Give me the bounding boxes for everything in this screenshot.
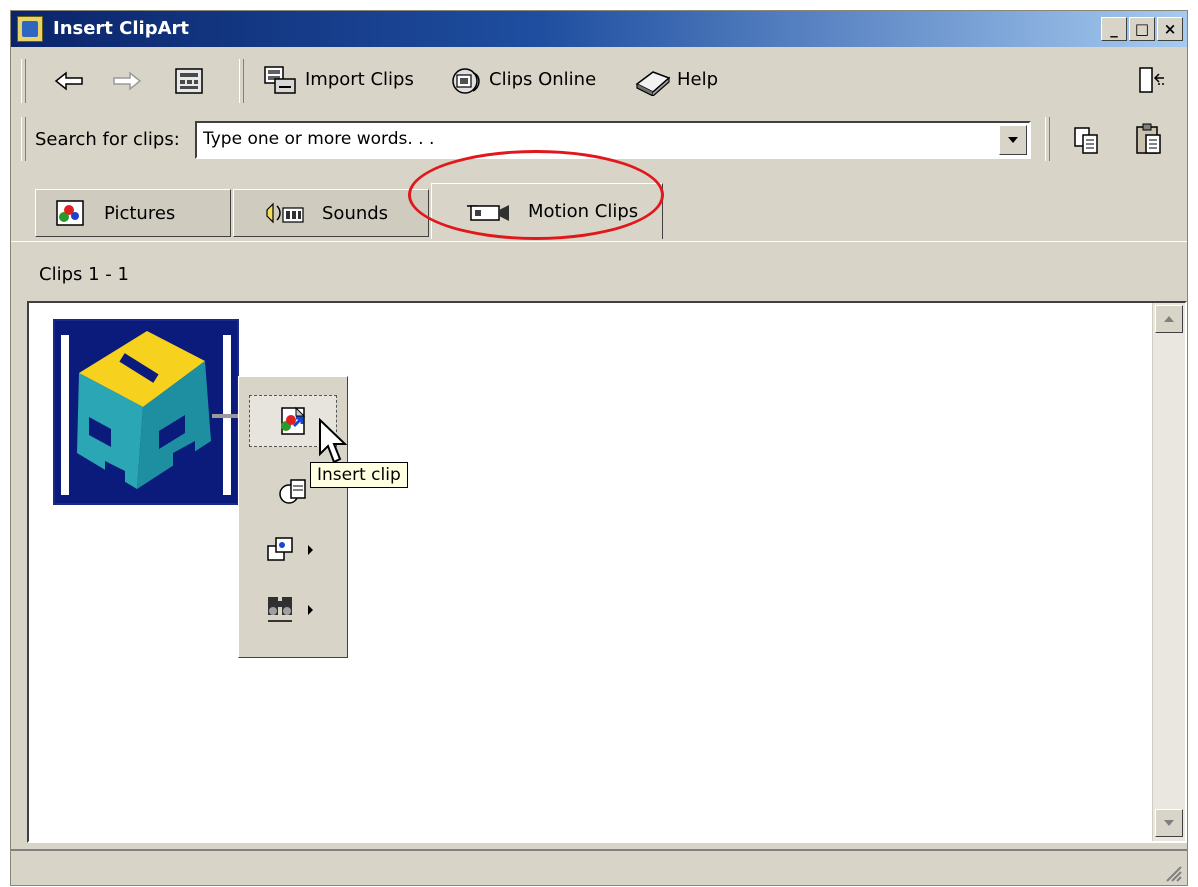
resize-grip-icon[interactable] (1161, 861, 1183, 883)
search-toolbar-separator (1045, 117, 1050, 161)
help-button[interactable]: Help (677, 69, 718, 90)
close-button[interactable]: × (1157, 17, 1183, 41)
clips-online-button[interactable]: Clips Online (489, 69, 596, 90)
mouse-cursor-icon (319, 418, 348, 464)
paste-icon[interactable] (1131, 121, 1167, 159)
toolbar-separator (239, 59, 244, 103)
scroll-down-button[interactable] (1155, 809, 1183, 837)
pictures-icon (54, 198, 86, 228)
main-toolbar: Import Clips Clips Online Help (11, 53, 1187, 109)
maximize-button[interactable]: □ (1129, 17, 1155, 41)
tab-motion-clips[interactable]: Motion Clips (431, 183, 663, 239)
tab-pictures-label: Pictures (104, 202, 176, 224)
status-bar (11, 849, 1187, 887)
all-categories-icon[interactable] (171, 63, 207, 99)
preview-clip-icon (279, 479, 306, 504)
window-title: Insert ClipArt (53, 18, 190, 39)
find-similar-button[interactable] (249, 585, 335, 635)
clips-online-icon (447, 63, 487, 99)
add-to-favorites-icon (267, 537, 313, 561)
tab-motion-clips-label: Motion Clips (528, 201, 639, 222)
clip-results-pane[interactable] (27, 301, 1187, 843)
results-header: Clips 1 - 1 (11, 241, 1187, 302)
tab-sounds[interactable]: Sounds (233, 189, 429, 237)
search-input[interactable] (199, 125, 1007, 153)
toolbar-grip (21, 59, 26, 103)
clipart-app-icon (17, 16, 43, 42)
search-toolbar-grip (21, 117, 26, 161)
vertical-scrollbar[interactable] (1152, 303, 1185, 841)
find-similar-icon (268, 597, 313, 622)
back-arrow-icon[interactable] (51, 65, 87, 97)
motion-clips-icon (462, 197, 516, 227)
insert-clipart-window: Insert ClipArt _ □ × Import Clips Clips … (10, 10, 1188, 886)
add-to-category-button[interactable] (249, 525, 335, 575)
scroll-up-button[interactable] (1155, 305, 1183, 333)
clip-count: Clips 1 - 1 (39, 264, 129, 285)
sounds-icon (262, 198, 308, 228)
search-dropdown-button[interactable] (999, 125, 1027, 155)
title-bar: Insert ClipArt _ □ × (11, 11, 1187, 47)
change-view-icon[interactable] (1133, 63, 1169, 99)
minimize-button[interactable]: _ (1101, 17, 1127, 41)
tab-sounds-label: Sounds (322, 202, 389, 224)
import-clips-icon (261, 63, 301, 99)
forward-arrow-icon[interactable] (109, 65, 145, 97)
search-combobox[interactable] (195, 121, 1031, 159)
search-toolbar: Search for clips: (11, 111, 1187, 171)
tab-pictures[interactable]: Pictures (35, 189, 231, 237)
import-clips-button[interactable]: Import Clips (305, 69, 414, 90)
copy-icon[interactable] (1069, 123, 1105, 159)
insert-clip-icon (281, 406, 306, 435)
help-book-icon (631, 63, 675, 99)
clip-type-tabs: Pictures Sounds Motion Clips (11, 183, 1187, 241)
insert-clip-tooltip: Insert clip (310, 462, 408, 488)
search-label: Search for clips: (35, 129, 180, 150)
